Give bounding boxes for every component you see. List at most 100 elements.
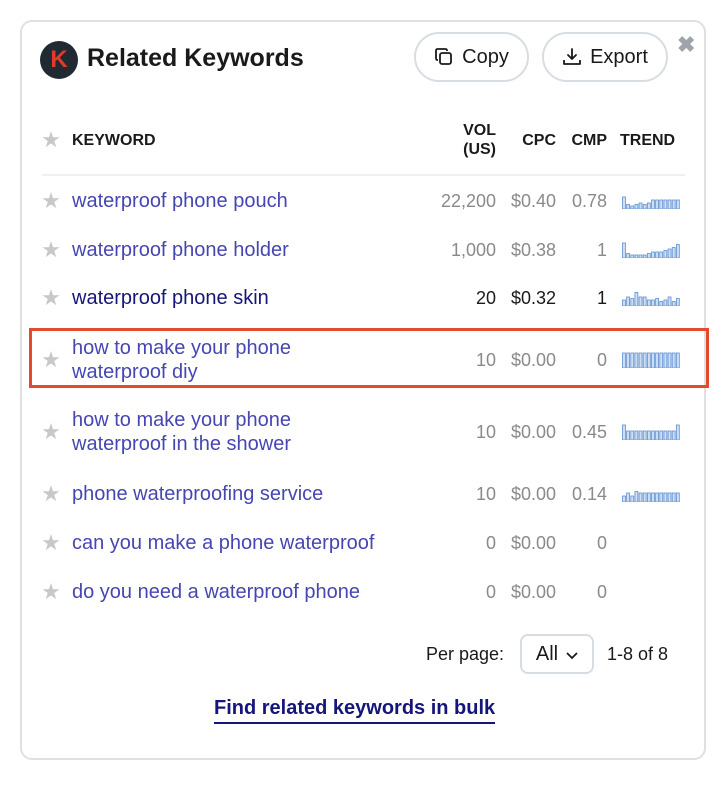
download-icon [562, 47, 582, 67]
trend-sparkline [622, 242, 680, 258]
per-page-label: Per page: [426, 644, 505, 664]
trend-sparkline [622, 196, 680, 209]
trend-bar [642, 204, 647, 209]
trend-bar [659, 199, 664, 209]
trend-bar [642, 492, 647, 502]
keyword-text: waterproof phone pouch [72, 190, 288, 212]
per-page-select[interactable]: All [520, 634, 594, 674]
star-icon[interactable]: ★ [40, 190, 62, 212]
trend-bar [646, 202, 651, 209]
trend-bar [663, 250, 668, 258]
trend-bar [626, 430, 630, 440]
keyword-text: can you make a phone waterproof [72, 532, 375, 554]
trend-bar [630, 430, 635, 440]
cpc-value: $0.00 [510, 484, 556, 504]
trend-bar [667, 430, 672, 440]
copy-icon [434, 47, 454, 67]
star-icon[interactable]: ★ [40, 239, 62, 261]
keyword-link[interactable]: do you need a waterproof phone [72, 580, 360, 604]
trend-bar [675, 244, 680, 258]
trend-bar [671, 301, 676, 306]
export-button[interactable]: Export [542, 32, 668, 82]
keyword-link[interactable]: waterproof phone holder [72, 238, 289, 262]
pagination-range: 1-8 of 8 [607, 644, 669, 664]
column-cpc-header[interactable]: CPC [500, 131, 556, 150]
trend-bar [659, 430, 664, 440]
keyword-text: waterproof phone skin [72, 287, 269, 309]
star-icon[interactable]: ★ [40, 287, 62, 309]
trend-bar [659, 492, 664, 502]
cmp-value: 1 [596, 240, 607, 260]
trend-bar [638, 430, 643, 440]
trend-bar [675, 199, 680, 209]
trend-bar [630, 495, 635, 502]
trend-bar [638, 202, 643, 209]
cmp-value: 0 [596, 582, 607, 602]
star-icon[interactable]: ★ [40, 532, 62, 554]
keyword-link[interactable]: waterproof phone skin [72, 286, 269, 310]
trend-bar [667, 492, 672, 502]
trend-bar [663, 430, 668, 440]
copy-button[interactable]: Copy [414, 32, 529, 82]
trend-bar [626, 492, 630, 502]
trend-bar [622, 242, 626, 258]
keyword-text: phone waterproofing service [72, 483, 324, 505]
trend-bar [634, 292, 639, 306]
trend-bar [651, 430, 655, 440]
cpc-value: $0.40 [510, 191, 556, 211]
trend-bar [646, 430, 651, 440]
trend-bar [651, 199, 655, 209]
trend-bar [634, 430, 639, 440]
panel-title: Related Keywords [87, 44, 304, 72]
trend-bar [626, 204, 630, 209]
cmp-value: 0.14 [571, 484, 607, 504]
keyword-link[interactable]: can you make a phone waterproof [72, 531, 374, 555]
per-page-value: All [535, 642, 559, 665]
trend-bar [634, 254, 639, 258]
trend-bar [638, 254, 643, 258]
cmp-value: 0.45 [571, 422, 607, 442]
cmp-value: 0 [596, 533, 607, 553]
trend-bar [638, 296, 643, 306]
volume-value: 0 [485, 582, 496, 602]
trend-bar [663, 492, 668, 502]
trend-bar [642, 296, 647, 306]
trend-bar [626, 253, 630, 258]
keyword-text-continued: waterproof in the shower [72, 433, 292, 455]
keyword-link[interactable]: waterproof phone pouch [72, 189, 288, 213]
trend-bar [663, 199, 668, 209]
trend-bar [671, 247, 676, 258]
trend-bar [671, 199, 676, 209]
keyword-text: how to make your phone [72, 409, 292, 431]
trend-bar [630, 298, 635, 306]
trend-bar [646, 299, 651, 306]
trend-bar [642, 254, 647, 258]
column-cmp-header[interactable]: CMP [560, 131, 607, 150]
trend-bar [651, 492, 655, 502]
star-all-icon[interactable]: ★ [40, 129, 62, 151]
star-icon[interactable]: ★ [40, 421, 62, 443]
trend-bar [659, 301, 664, 306]
star-icon[interactable]: ★ [40, 483, 62, 505]
trend-bar [642, 430, 647, 440]
star-icon[interactable]: ★ [40, 581, 62, 603]
trend-bar [626, 296, 630, 306]
keyword-link[interactable]: how to make your phone waterproof in the … [72, 408, 291, 456]
close-icon[interactable]: ✖ [677, 34, 695, 56]
trend-bar [646, 253, 651, 258]
keyword-link[interactable]: phone waterproofing service [72, 482, 323, 506]
trend-bar [663, 299, 668, 306]
column-volume-header[interactable]: VOL (US) [440, 121, 496, 159]
keyword-text: do you need a waterproof phone [72, 581, 360, 603]
trend-bar [651, 299, 655, 306]
trend-bar [634, 204, 639, 209]
trend-bar [646, 492, 651, 502]
trend-bar [622, 196, 626, 209]
volume-value: 10 [475, 484, 496, 504]
column-keyword-header[interactable]: KEYWORD [72, 131, 156, 150]
cpc-value: $0.00 [510, 582, 556, 602]
keywords-everywhere-logo: K [40, 41, 78, 79]
column-volume-label: VOL [463, 122, 496, 139]
find-related-bulk-link[interactable]: Find related keywords in bulk [214, 697, 496, 724]
cpc-value: $0.00 [510, 533, 556, 553]
